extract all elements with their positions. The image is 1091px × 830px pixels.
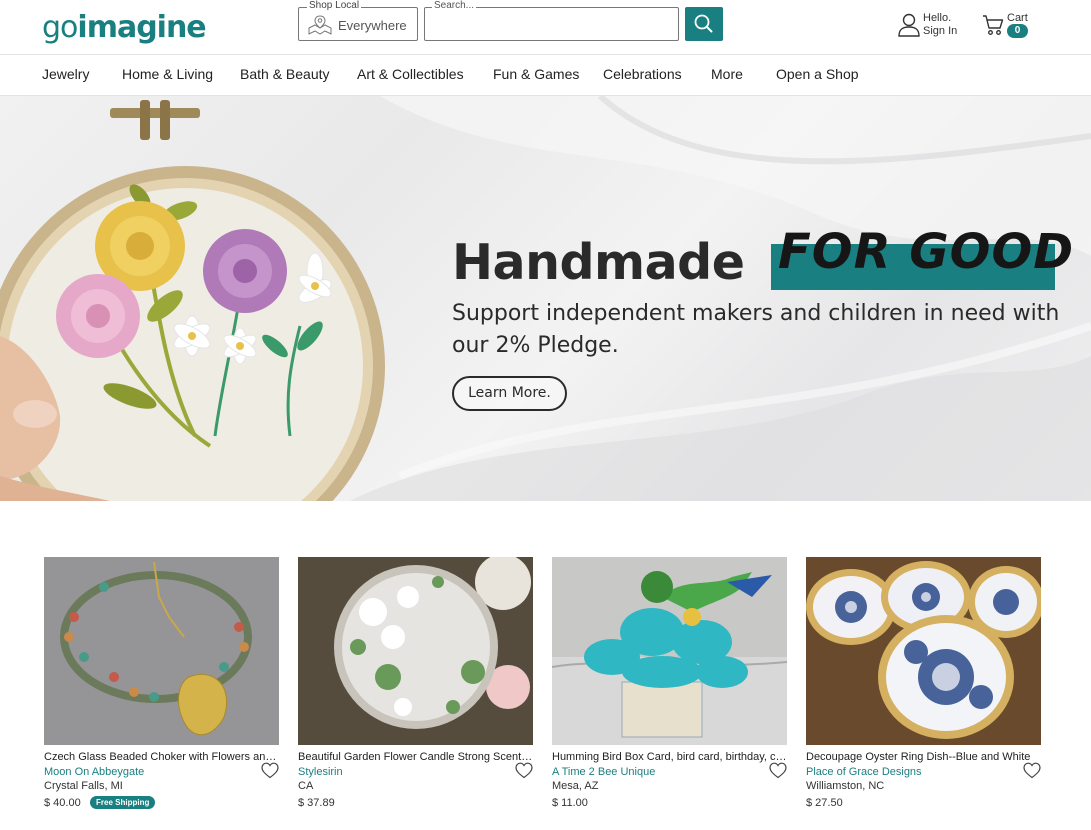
shop-local-label: Shop Local bbox=[307, 0, 362, 11]
product-title[interactable]: Decoupage Oyster Ring Dish--Blue and Whi… bbox=[806, 751, 1041, 763]
product-shop-link[interactable]: Place of Grace Designs bbox=[806, 766, 922, 778]
logo-imagine-text: imagine bbox=[77, 10, 206, 45]
site-logo[interactable]: goimagine bbox=[42, 10, 207, 45]
user-icon bbox=[898, 13, 920, 37]
product-location: CA bbox=[298, 780, 314, 792]
free-shipping-badge: Free Shipping bbox=[90, 796, 156, 809]
product-price: $ 37.89 bbox=[298, 797, 335, 809]
favorite-heart-icon[interactable] bbox=[1023, 762, 1041, 779]
favorite-heart-icon[interactable] bbox=[261, 762, 279, 779]
learn-more-button[interactable]: Learn More. bbox=[452, 376, 567, 411]
cart-link[interactable]: Cart 0 bbox=[982, 11, 1032, 41]
nav-item-home-living[interactable]: Home & Living bbox=[122, 66, 213, 82]
logo-go-text: go bbox=[42, 10, 78, 45]
sign-in-link[interactable]: Sign In bbox=[923, 25, 957, 38]
product-shop-link[interactable]: Stylesirin bbox=[298, 766, 343, 778]
nav-item-fun-games[interactable]: Fun & Games bbox=[493, 66, 579, 82]
favorite-heart-icon[interactable] bbox=[515, 762, 533, 779]
nav-item-celebrations[interactable]: Celebrations bbox=[603, 66, 682, 82]
shop-local-selector[interactable]: Shop Local Everywhere bbox=[298, 0, 418, 41]
account-link[interactable]: Hello. Sign In bbox=[898, 11, 960, 41]
account-greeting: Hello. bbox=[923, 12, 952, 24]
search-label: Search... bbox=[432, 0, 477, 11]
product-title[interactable]: Beautiful Garden Flower Candle Strong Sc… bbox=[298, 751, 533, 763]
nav-item-more[interactable]: More bbox=[711, 66, 743, 82]
product-price: $ 11.00 bbox=[552, 797, 588, 809]
product-image[interactable] bbox=[44, 557, 279, 745]
hero-subtitle: Support independent makers and children … bbox=[452, 301, 1060, 358]
favorite-heart-icon[interactable] bbox=[769, 762, 787, 779]
hero-title-accent: FOR GOOD bbox=[778, 224, 1075, 280]
nav-item-jewelry[interactable]: Jewelry bbox=[42, 66, 89, 82]
product-image[interactable] bbox=[806, 557, 1041, 745]
product-title[interactable]: Czech Glass Beaded Choker with Flowers a… bbox=[44, 751, 279, 763]
product-location: Williamston, NC bbox=[806, 780, 885, 792]
product-image[interactable] bbox=[552, 557, 787, 745]
product-shop-link[interactable]: Moon On Abbeygate bbox=[44, 766, 144, 778]
product-shop-link[interactable]: A Time 2 Bee Unique bbox=[552, 766, 655, 778]
product-title[interactable]: Humming Bird Box Card, bird card, birthd… bbox=[552, 751, 787, 763]
search-button[interactable] bbox=[685, 7, 723, 41]
cart-label: Cart bbox=[1007, 12, 1028, 24]
hero-banner[interactable]: Handmade FOR GOOD Support independent ma… bbox=[0, 96, 1091, 501]
product-location: Mesa, AZ bbox=[552, 780, 599, 792]
search-icon bbox=[694, 14, 713, 33]
hero-title: Handmade bbox=[452, 234, 745, 291]
shop-local-value: Everywhere bbox=[338, 18, 407, 33]
product-location: Crystal Falls, MI bbox=[44, 780, 123, 792]
product-price: $ 27.50 bbox=[806, 797, 843, 809]
search-input[interactable]: Search... bbox=[424, 0, 679, 41]
site-header: goimagine Shop Local Everywhere Search..… bbox=[0, 0, 1091, 55]
cart-count-badge: 0 bbox=[1007, 24, 1028, 38]
nav-item-bath-beauty[interactable]: Bath & Beauty bbox=[240, 66, 330, 82]
product-image[interactable] bbox=[298, 557, 533, 745]
category-nav: Jewelry Home & Living Bath & Beauty Art … bbox=[0, 55, 1091, 96]
account-text: Hello. Sign In bbox=[923, 12, 957, 38]
product-price: $ 40.00 bbox=[44, 797, 81, 809]
map-pin-icon bbox=[308, 15, 332, 35]
nav-item-art-collectibles[interactable]: Art & Collectibles bbox=[357, 66, 464, 82]
nav-item-open-a-shop[interactable]: Open a Shop bbox=[776, 66, 859, 82]
cart-icon bbox=[983, 15, 1004, 35]
